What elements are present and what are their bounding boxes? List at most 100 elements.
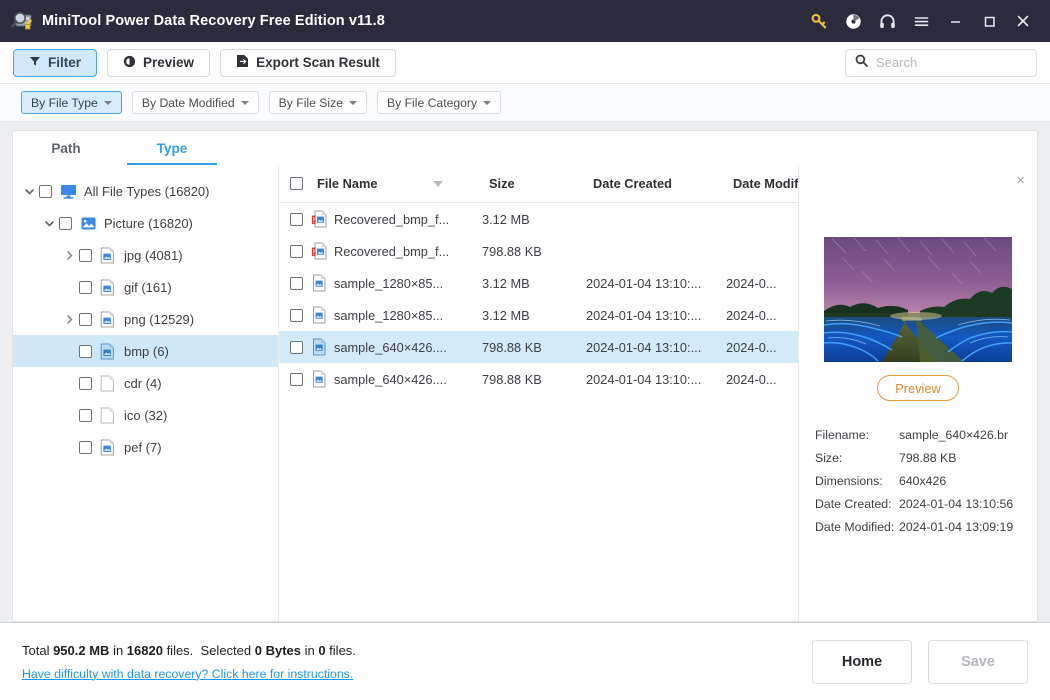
search-icon: [855, 54, 868, 72]
filter-by-file-type[interactable]: By File Type: [21, 91, 122, 114]
tree-node-all-file-types[interactable]: All File Types (16820): [13, 175, 278, 207]
search-input[interactable]: [876, 55, 1027, 70]
column-label-file-name: File Name: [317, 176, 378, 191]
disc-icon[interactable]: [836, 0, 870, 42]
search-box[interactable]: [845, 48, 1037, 77]
cell-date-created: 2024-01-04 13:10:...: [586, 307, 702, 323]
tree-checkbox[interactable]: [39, 184, 52, 198]
tree-checkbox[interactable]: [79, 248, 92, 262]
column-header-size[interactable]: Size: [489, 176, 593, 191]
chevron-down-icon: [240, 100, 249, 105]
row-checkbox[interactable]: [290, 276, 303, 290]
cell-date-modified: 2024-0...: [726, 307, 777, 323]
tree-node-picture[interactable]: Picture (16820): [13, 207, 278, 239]
chevron-down-icon[interactable]: [39, 218, 59, 229]
total-suffix: files.: [162, 642, 194, 658]
key-icon[interactable]: [802, 0, 836, 42]
tree-checkbox[interactable]: [79, 280, 92, 294]
tree-node-ico[interactable]: ico (32): [13, 399, 278, 431]
main-content-area: Path Type All File Types (16820) Picture…: [0, 122, 1050, 622]
metadata-value: 2024-01-04 13:10:56: [899, 496, 1014, 511]
tree-node-jpg[interactable]: jpg (4081): [13, 239, 278, 271]
export-scan-result-button[interactable]: Export Scan Result: [220, 48, 396, 77]
selected-prefix: Selected: [200, 642, 255, 658]
chevron-down-icon: [349, 100, 357, 105]
tree-checkbox[interactable]: [79, 440, 92, 454]
row-checkbox[interactable]: [290, 212, 303, 226]
cell-date-modified: 2024-0...: [726, 275, 777, 291]
tab-path-label: Path: [51, 140, 81, 156]
title-bar: MiniTool Power Data Recovery Free Editio…: [0, 0, 1050, 42]
app-logo-icon: [9, 8, 35, 34]
filter-button[interactable]: Filter: [13, 48, 98, 77]
save-button[interactable]: Save: [928, 639, 1028, 684]
tree-node-png[interactable]: png (12529): [13, 303, 278, 335]
file-list-header: File Name Size Date Created Date Modifie: [279, 165, 798, 203]
totals-text: Total 950.2 MB in 16820 files. Selected …: [22, 643, 356, 658]
tree-checkbox[interactable]: [79, 376, 92, 390]
table-row[interactable]: Recovered_bmp_f... 3.12 MB: [279, 203, 798, 235]
window-title: MiniTool Power Data Recovery Free Editio…: [42, 13, 385, 29]
tree-node-label: All File Types (16820): [84, 183, 210, 199]
metadata-row-dimensions: Dimensions: 640x426: [815, 469, 1037, 492]
preview-image-button-label: Preview: [895, 380, 941, 396]
chevron-right-icon[interactable]: [59, 314, 79, 325]
metadata-key: Date Modified:: [815, 519, 895, 534]
tree-checkbox[interactable]: [79, 344, 92, 358]
tree-node-bmp[interactable]: bmp (6): [13, 335, 278, 367]
file-type-tree: All File Types (16820) Picture (16820) j…: [13, 165, 279, 621]
table-row[interactable]: sample_1280×85... 3.12 MB 2024-01-04 13:…: [279, 299, 798, 331]
selected-mid: in: [300, 642, 319, 658]
table-row[interactable]: sample_1280×85... 3.12 MB 2024-01-04 13:…: [279, 267, 798, 299]
blank-file-icon: [100, 407, 117, 424]
headphones-icon[interactable]: [870, 0, 904, 42]
status-footer: Total 950.2 MB in 16820 files. Selected …: [0, 622, 1050, 700]
tree-checkbox[interactable]: [59, 216, 72, 230]
table-row[interactable]: sample_640×426.... 798.88 KB 2024-01-04 …: [279, 331, 798, 363]
metadata-row-date-created: Date Created: 2024-01-04 13:10:56: [815, 492, 1037, 515]
minimize-button[interactable]: [938, 0, 972, 42]
tree-checkbox[interactable]: [79, 408, 92, 422]
tab-path[interactable]: Path: [13, 131, 119, 165]
tree-node-cdr[interactable]: cdr (4): [13, 367, 278, 399]
export-icon: [236, 54, 249, 71]
tree-node-label: Picture (16820): [104, 215, 193, 231]
home-button[interactable]: Home: [812, 639, 912, 684]
row-checkbox[interactable]: [290, 244, 303, 258]
menu-icon[interactable]: [904, 0, 938, 42]
chevron-right-icon[interactable]: [59, 250, 79, 261]
file-list: File Name Size Date Created Date Modifie…: [279, 165, 799, 621]
selected-suffix: files.: [325, 642, 356, 658]
preview-button[interactable]: Preview: [107, 48, 211, 77]
filter-by-date-modified[interactable]: By Date Modified: [131, 91, 259, 114]
select-all-checkbox[interactable]: [290, 177, 303, 190]
table-row[interactable]: Recovered_bmp_f... 798.88 KB: [279, 235, 798, 267]
filter-by-file-size[interactable]: By File Size: [268, 91, 367, 114]
image-file-icon: [312, 274, 327, 292]
metadata-key: Filename:: [815, 427, 869, 442]
help-link[interactable]: Have difficulty with data recovery? Clic…: [22, 667, 356, 681]
row-checkbox[interactable]: [290, 340, 303, 354]
close-icon[interactable]: ×: [1016, 173, 1025, 188]
tab-type[interactable]: Type: [119, 131, 225, 165]
column-header-date-modified[interactable]: Date Modifie: [733, 176, 798, 191]
tree-checkbox[interactable]: [79, 312, 92, 326]
cell-file-name: sample_640×426....: [334, 371, 447, 387]
sort-descending-icon[interactable]: [433, 180, 444, 187]
tree-node-pef[interactable]: pef (7): [13, 431, 278, 463]
preview-image-button[interactable]: Preview: [877, 375, 959, 401]
close-button[interactable]: [1006, 0, 1040, 42]
row-checkbox[interactable]: [290, 372, 303, 386]
cell-size: 3.12 MB: [482, 275, 530, 291]
maximize-button[interactable]: [972, 0, 1006, 42]
row-checkbox[interactable]: [290, 308, 303, 322]
table-row[interactable]: sample_640×426.... 798.88 KB 2024-01-04 …: [279, 363, 798, 395]
metadata-value: 798.88 KB: [899, 450, 957, 465]
column-header-date-created[interactable]: Date Created: [593, 176, 733, 191]
filter-by-file-category[interactable]: By File Category: [377, 91, 502, 114]
chevron-down-icon[interactable]: [19, 186, 39, 197]
tree-node-gif[interactable]: gif (161): [13, 271, 278, 303]
tree-node-label: gif (161): [124, 279, 172, 295]
column-header-file-name[interactable]: File Name: [317, 176, 489, 191]
cell-file-name: sample_1280×85...: [334, 307, 444, 323]
